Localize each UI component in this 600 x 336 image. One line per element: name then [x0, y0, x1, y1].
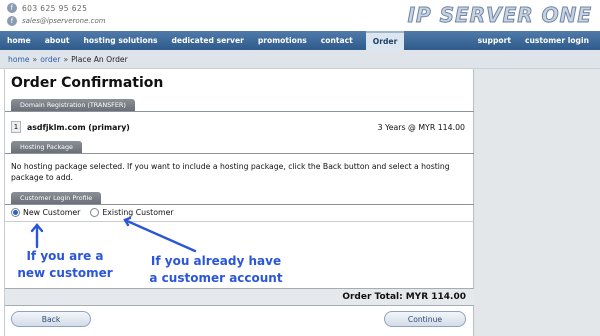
nav-support[interactable]: support: [471, 31, 518, 50]
annotation-text: new customer: [17, 266, 113, 280]
back-button[interactable]: Back: [11, 311, 91, 327]
breadcrumb-order[interactable]: order: [40, 55, 60, 64]
phone-number: 603 625 95 625: [22, 3, 88, 13]
side-panel: [473, 69, 600, 336]
brand-logo[interactable]: IP SERVER ONE: [407, 3, 592, 28]
annotation-existing-customer: If you already have a customer account: [145, 253, 287, 287]
nav-right-links: support customer login: [471, 31, 596, 50]
order-total-bar: Order Total: MYR 114.00: [5, 288, 474, 306]
annotation-new-customer: If you are a new customer: [13, 248, 117, 282]
annotation-text: If you already have: [150, 254, 282, 268]
annotation-text: If you are a: [26, 249, 104, 263]
phone-icon: f: [7, 3, 17, 13]
email-address[interactable]: sales@ipserverone.com: [22, 17, 106, 25]
annotation-text: a customer account: [149, 271, 283, 285]
breadcrumb: home » order » Place An Order: [0, 50, 600, 69]
nav-contact[interactable]: contact: [314, 31, 360, 50]
continue-button[interactable]: Continue: [384, 311, 466, 327]
order-panel: Order Confirmation Domain Registration (…: [4, 69, 474, 336]
phone-contact: f 603 625 95 625: [7, 2, 87, 14]
nav-hosting-solutions[interactable]: hosting solutions: [77, 31, 165, 50]
email-icon: f: [7, 16, 17, 26]
nav-promotions[interactable]: promotions: [251, 31, 314, 50]
breadcrumb-separator: »: [32, 54, 38, 64]
breadcrumb-separator: »: [63, 54, 69, 64]
nav-order[interactable]: Order: [365, 31, 405, 50]
main-nav: home about hosting solutions dedicated s…: [0, 31, 600, 50]
arrow-existing-customer: [123, 218, 197, 253]
nav-home[interactable]: home: [0, 31, 38, 50]
nav-dedicated-server[interactable]: dedicated server: [165, 31, 251, 50]
breadcrumb-current: Place An Order: [71, 54, 128, 64]
nav-about[interactable]: about: [38, 31, 77, 50]
top-contact-strip: f 603 625 95 625 f sales@ipserverone.com…: [0, 0, 600, 31]
order-total-value: MYR 114.00: [405, 292, 466, 302]
nav-customer-login[interactable]: customer login: [518, 31, 596, 50]
breadcrumb-home[interactable]: home: [8, 55, 30, 64]
order-total-label: Order Total:: [342, 292, 403, 302]
email-contact[interactable]: f sales@ipserverone.com: [7, 15, 106, 27]
